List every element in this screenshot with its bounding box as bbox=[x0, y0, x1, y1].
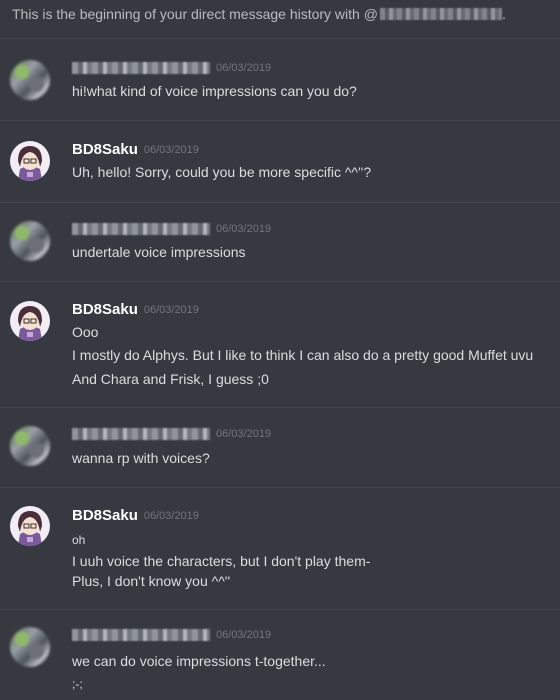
message-text: Plus, I don't know you ^^'' bbox=[72, 573, 231, 589]
divider bbox=[0, 487, 560, 488]
redacted-author-name[interactable] bbox=[72, 223, 210, 235]
message-text: Ooo bbox=[72, 324, 99, 340]
message-header: 06/03/2019 bbox=[72, 629, 271, 641]
user-avatar[interactable] bbox=[10, 141, 50, 181]
message-text: ;-; bbox=[72, 677, 83, 691]
user-avatar[interactable] bbox=[10, 60, 50, 100]
user-avatar[interactable] bbox=[10, 506, 50, 546]
message-text: oh bbox=[72, 533, 86, 547]
message-text: I mostly do Alphys. But I like to think … bbox=[72, 347, 534, 363]
dm-intro-suffix: . bbox=[501, 6, 506, 22]
message-text: hi!what kind of voice impressions can yo… bbox=[72, 83, 357, 99]
redacted-author-name[interactable] bbox=[72, 428, 210, 440]
message-header: 06/03/2019 bbox=[72, 428, 271, 440]
redacted-author-name[interactable] bbox=[72, 62, 210, 74]
divider bbox=[0, 202, 560, 203]
author-name[interactable]: BD8Saku bbox=[72, 141, 138, 158]
dm-intro: This is the beginning of your direct mes… bbox=[12, 6, 506, 22]
user-avatar[interactable] bbox=[10, 627, 50, 667]
author-name[interactable]: BD8Saku bbox=[72, 507, 138, 524]
message-text: I uuh voice the characters, but I don't … bbox=[72, 553, 371, 569]
divider bbox=[0, 407, 560, 408]
message-timestamp: 06/03/2019 bbox=[143, 509, 199, 522]
message-timestamp: 06/03/2019 bbox=[143, 303, 199, 316]
message-timestamp: 06/03/2019 bbox=[216, 428, 272, 440]
message-text: wanna rp with voices? bbox=[72, 450, 210, 466]
dm-intro-text: This is the beginning of your direct mes… bbox=[12, 6, 378, 22]
divider bbox=[0, 281, 560, 282]
message-timestamp: 06/03/2019 bbox=[216, 223, 272, 235]
redacted-username bbox=[379, 8, 502, 20]
message-text: Uh, hello! Sorry, could you be more spec… bbox=[72, 164, 372, 180]
message-header: 06/03/2019 bbox=[72, 62, 271, 74]
message-header: BD8Saku 06/03/2019 bbox=[72, 141, 199, 158]
user-avatar[interactable] bbox=[10, 301, 50, 341]
message-text: And Chara and Frisk, I guess ;0 bbox=[72, 371, 269, 387]
divider bbox=[0, 609, 560, 610]
user-avatar[interactable] bbox=[10, 221, 50, 261]
divider bbox=[0, 38, 560, 39]
redacted-author-name[interactable] bbox=[72, 629, 210, 641]
user-avatar[interactable] bbox=[10, 426, 50, 466]
divider bbox=[0, 120, 560, 121]
message-timestamp: 06/03/2019 bbox=[143, 143, 199, 156]
message-text: we can do voice impressions t-together..… bbox=[72, 653, 326, 669]
author-name[interactable]: BD8Saku bbox=[72, 301, 138, 318]
message-timestamp: 06/03/2019 bbox=[216, 62, 272, 74]
message-header: BD8Saku 06/03/2019 bbox=[72, 507, 199, 524]
message-header: BD8Saku 06/03/2019 bbox=[72, 301, 199, 318]
message-header: 06/03/2019 bbox=[72, 223, 271, 235]
message-text: undertale voice impressions bbox=[72, 244, 246, 260]
message-timestamp: 06/03/2019 bbox=[216, 629, 272, 641]
